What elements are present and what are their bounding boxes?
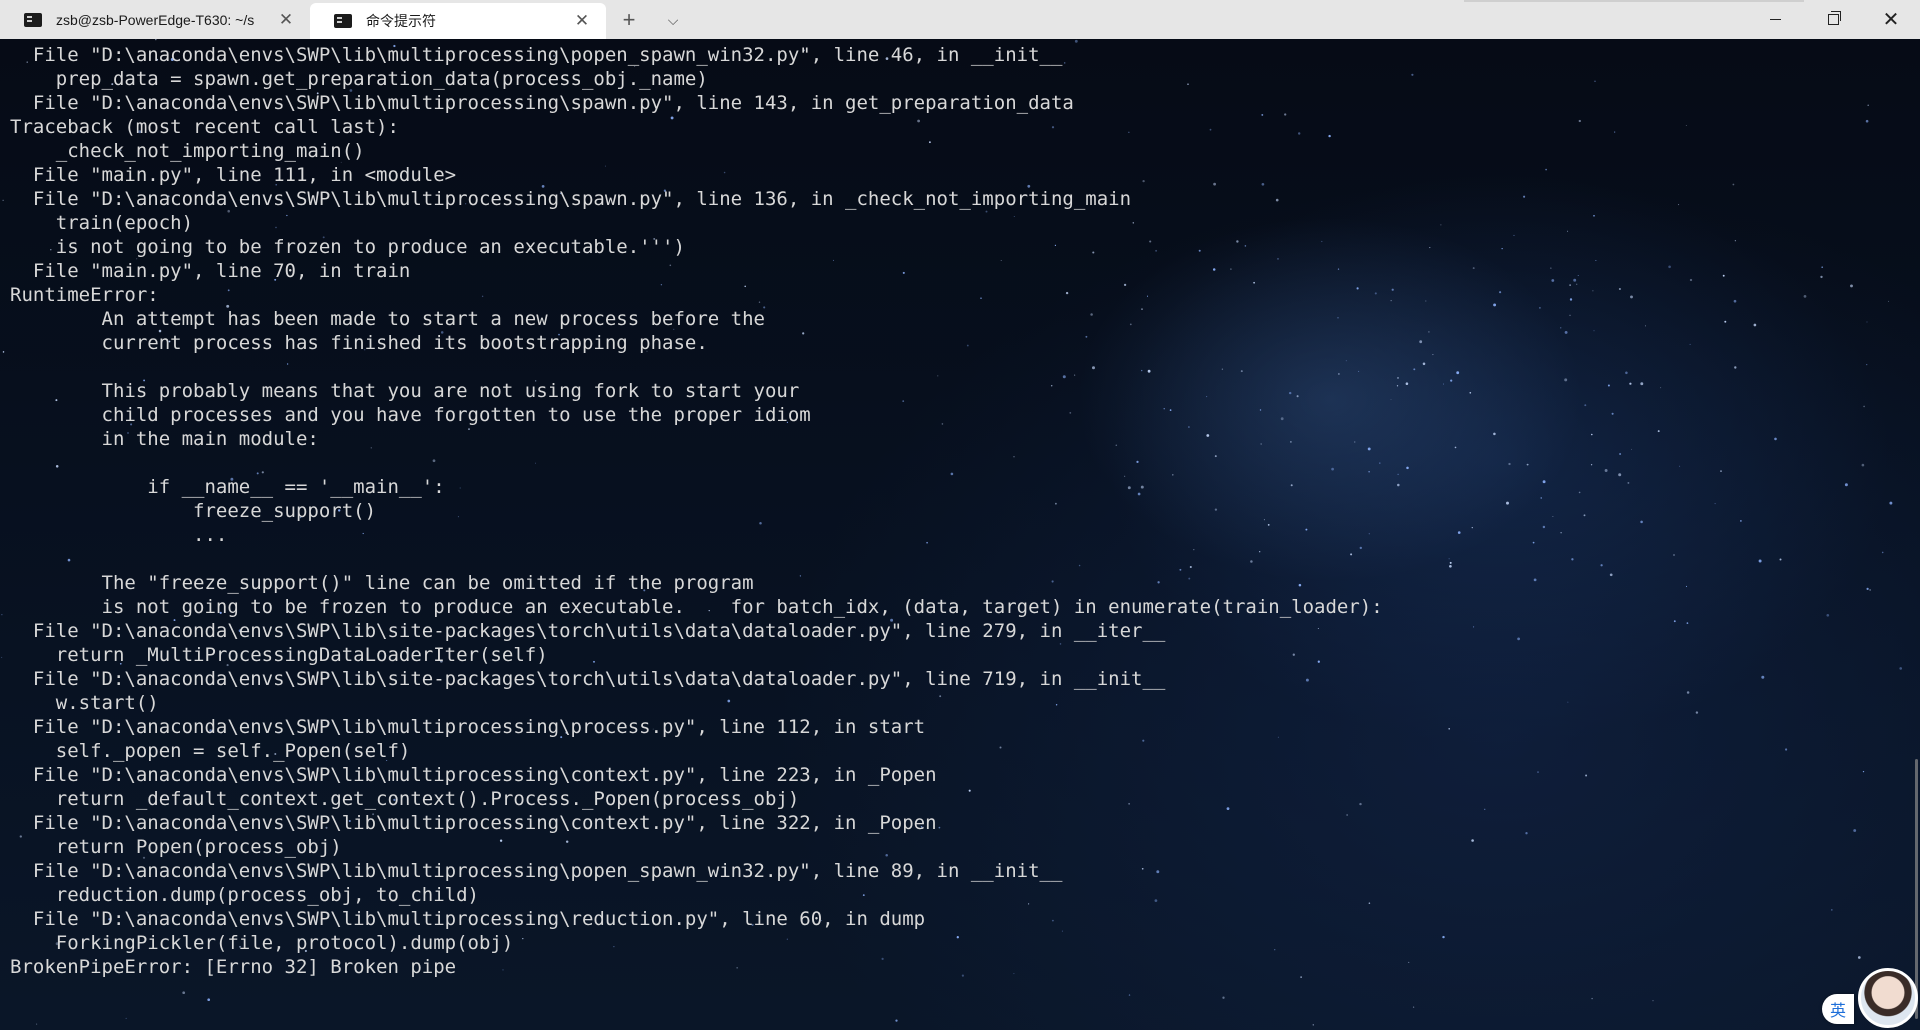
terminal-line: File "main.py", line 111, in <module> — [10, 164, 457, 186]
assistant-avatar[interactable] — [1858, 968, 1918, 1028]
tab-ssh-session[interactable]: zsb@zsb-PowerEdge-T630: ~/s ✕ — [0, 0, 310, 39]
terminal-line: w.start() — [10, 692, 159, 714]
close-icon: ✕ — [1882, 8, 1900, 31]
plus-icon[interactable]: + — [618, 8, 640, 31]
tab-command-prompt[interactable]: 命令提示符 ✕ — [310, 3, 606, 39]
close-window-button[interactable]: ✕ — [1862, 0, 1920, 39]
tab-label: zsb@zsb-PowerEdge-T630: ~/s — [56, 11, 255, 28]
terminal-line: in the main module: — [10, 428, 319, 450]
restore-icon — [1827, 11, 1841, 25]
terminal-line: File "D:\anaconda\envs\SWP\lib\multiproc… — [10, 92, 1074, 114]
minimize-button[interactable] — [1746, 0, 1804, 39]
terminal-line: _check_not_importing_main() — [10, 140, 365, 162]
terminal-scrollbar[interactable] — [1915, 759, 1918, 1019]
terminal-line: This probably means that you are not usi… — [10, 380, 800, 402]
terminal-line: RuntimeError: — [10, 284, 159, 306]
terminal-line: prep_data = spawn.get_preparation_data(p… — [10, 68, 708, 90]
terminal-line: freeze_support() — [10, 500, 377, 522]
terminal-line: File "D:\anaconda\envs\SWP\lib\multiproc… — [10, 716, 926, 738]
terminal-line: Traceback (most recent call last): — [10, 116, 399, 138]
terminal-output[interactable]: File "D:\anaconda\envs\SWP\lib\multiproc… — [0, 39, 1920, 1030]
window-controls: ✕ — [1746, 0, 1920, 39]
terminal-line: File "D:\anaconda\envs\SWP\lib\multiproc… — [10, 908, 926, 930]
terminal-line: is not going to be frozen to produce an … — [10, 596, 1383, 618]
terminal-line: return Popen(process_obj) — [10, 836, 342, 858]
terminal-line: An attempt has been made to start a new … — [10, 308, 765, 330]
terminal-line: is not going to be frozen to produce an … — [10, 236, 685, 258]
terminal-line: File "D:\anaconda\envs\SWP\lib\site-pack… — [10, 668, 1166, 690]
terminal-window: zsb@zsb-PowerEdge-T630: ~/s ✕ 命令提示符 ✕ + … — [0, 0, 1920, 1030]
tab-close-icon[interactable]: ✕ — [278, 11, 294, 28]
terminal-line: File "D:\anaconda\envs\SWP\lib\multiproc… — [10, 812, 937, 834]
minimize-icon — [1769, 19, 1781, 20]
console-icon — [334, 14, 352, 28]
terminal-text: File "D:\anaconda\envs\SWP\lib\multiproc… — [10, 43, 1890, 1003]
terminal-line: child processes and you have forgotten t… — [10, 404, 811, 426]
terminal-line: File "main.py", line 70, in train — [10, 260, 411, 282]
maximize-button[interactable] — [1804, 0, 1862, 39]
ime-language-indicator[interactable]: 英 — [1822, 994, 1854, 1024]
terminal-line: File "D:\anaconda\envs\SWP\lib\multiproc… — [10, 188, 1132, 210]
terminal-line: train(epoch) — [10, 212, 194, 234]
terminal-line: current process has finished its bootstr… — [10, 332, 708, 354]
chevron-down-icon[interactable]: ⌵ — [662, 9, 684, 31]
terminal-line: return _default_context.get_context().Pr… — [10, 788, 800, 810]
terminal-line: return _MultiProcessingDataLoaderIter(se… — [10, 644, 548, 666]
terminal-line: File "D:\anaconda\envs\SWP\lib\multiproc… — [10, 764, 937, 786]
terminal-line: ForkingPickler(file, protocol).dump(obj) — [10, 932, 514, 954]
terminal-line: The "freeze_support()" line can be omitt… — [10, 572, 754, 594]
terminal-line: reduction.dump(process_obj, to_child) — [10, 884, 479, 906]
terminal-line: ... — [10, 524, 228, 546]
terminal-line: File "D:\anaconda\envs\SWP\lib\multiproc… — [10, 44, 1063, 66]
tab-actions: + ⌵ — [618, 0, 684, 39]
terminal-line: if __name__ == '__main__': — [10, 476, 445, 498]
terminal-line: File "D:\anaconda\envs\SWP\lib\site-pack… — [10, 620, 1166, 642]
terminal-line: self._popen = self._Popen(self) — [10, 740, 411, 762]
tab-bar: zsb@zsb-PowerEdge-T630: ~/s ✕ 命令提示符 ✕ + … — [0, 0, 1920, 39]
terminal-line: File "D:\anaconda\envs\SWP\lib\multiproc… — [10, 860, 1063, 882]
console-icon — [24, 12, 42, 27]
tab-label: 命令提示符 — [366, 13, 436, 29]
terminal-line: BrokenPipeError: [Errno 32] Broken pipe — [10, 956, 457, 978]
tab-close-icon[interactable]: ✕ — [574, 12, 590, 29]
